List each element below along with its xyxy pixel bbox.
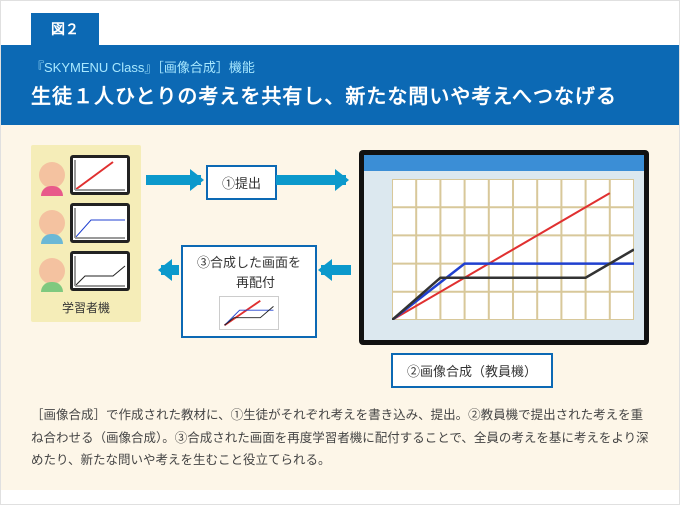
composite-thumb-icon <box>219 296 279 330</box>
hero-title: 生徒１人ひとりの考えを共有し、新たな問いや考えへつなげる <box>31 80 649 109</box>
hero-subtitle: 『SKYMENU Class』［画像合成］機能 <box>31 57 649 76</box>
diagram-body: 学習者機 ①提出 ③合成した画面を 再配付 ②画像合成（教員機） ［画像合成］で… <box>1 125 679 490</box>
learner-row <box>39 155 133 195</box>
teacher-device <box>359 150 649 345</box>
teacher-screen <box>364 155 644 340</box>
figure-tag: 図２ <box>31 13 99 45</box>
tablet-icon <box>70 203 130 243</box>
hero: 『SKYMENU Class』［画像合成］機能 生徒１人ひとりの考えを共有し、新… <box>1 45 679 125</box>
composite-chart <box>392 179 634 320</box>
teacher-app-toolbar <box>364 155 644 171</box>
arrow-icon <box>146 175 201 185</box>
arrow-icon <box>321 265 351 275</box>
student-avatar-icon <box>39 258 65 284</box>
step-1-label: ①提出 <box>206 165 277 200</box>
learner-row <box>39 251 133 291</box>
arrow-icon <box>276 175 346 185</box>
learners-label: 学習者機 <box>39 299 133 316</box>
student-avatar-icon <box>39 162 65 188</box>
step-3-label: ③合成した画面を 再配付 <box>181 245 317 338</box>
description-text: ［画像合成］で作成された教材に、①生徒がそれぞれ考えを書き込み、提出。②教員機で… <box>31 404 649 472</box>
arrow-icon <box>161 265 179 275</box>
learner-devices: 学習者機 <box>31 145 141 322</box>
tablet-icon <box>70 251 130 291</box>
tablet-icon <box>70 155 130 195</box>
figure-container: 図２ 『SKYMENU Class』［画像合成］機能 生徒１人ひとりの考えを共有… <box>0 0 680 505</box>
step-3-line1: ③合成した画面を <box>197 255 301 270</box>
step-3-line2: 再配付 <box>223 275 275 290</box>
step-2-label: ②画像合成（教員機） <box>391 353 553 388</box>
diagram: 学習者機 ①提出 ③合成した画面を 再配付 ②画像合成（教員機） <box>31 145 649 390</box>
student-avatar-icon <box>39 210 65 236</box>
learner-row <box>39 203 133 243</box>
